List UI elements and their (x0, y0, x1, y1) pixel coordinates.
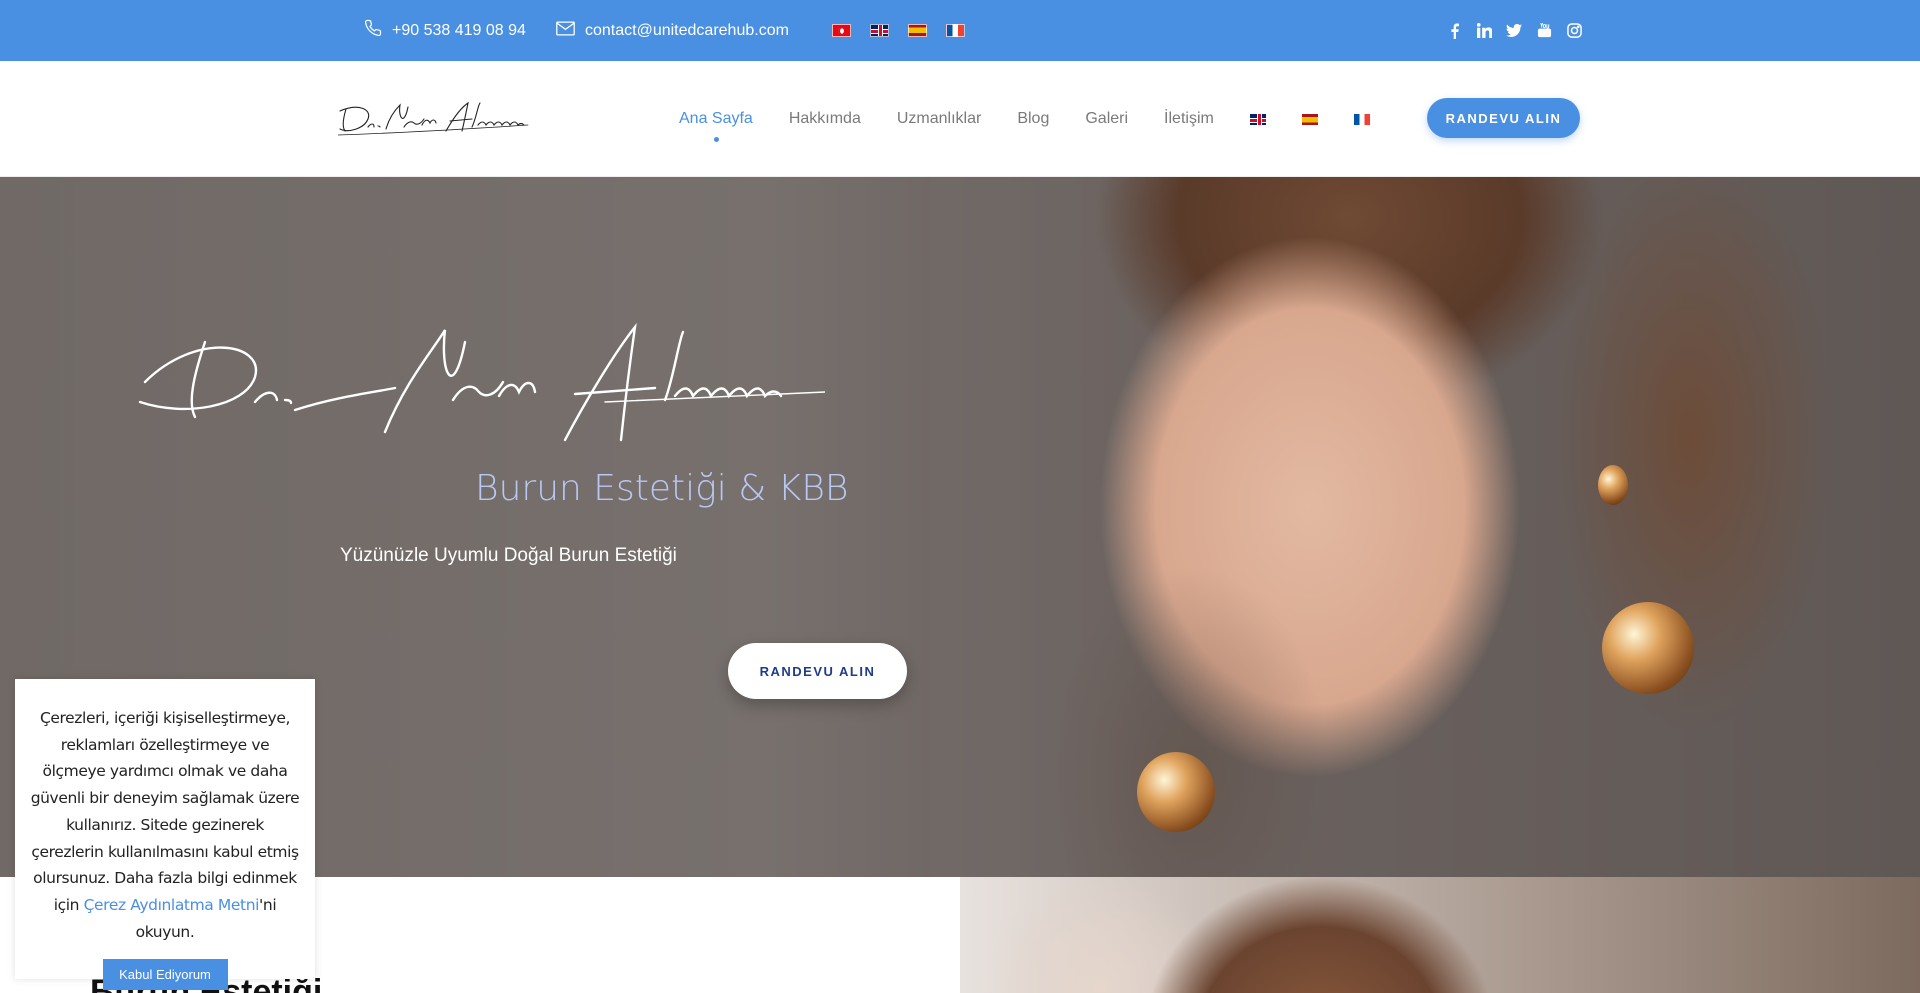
nav-flag-gb-icon[interactable] (1249, 113, 1266, 125)
flag-fr-icon[interactable] (946, 24, 965, 37)
phone-number[interactable]: +90 538 419 08 94 (392, 22, 526, 40)
email-contact[interactable]: contact@unitedcarehub.com (556, 0, 789, 61)
top-bar: +90 538 419 08 94 contact@unitedcarehub.… (0, 0, 1920, 61)
hero-appointment-button[interactable]: RANDEVU ALIN (728, 643, 907, 699)
nav-flag-es-icon[interactable] (1301, 113, 1318, 125)
hero-subtitle: Burun Estetiği & KBB (475, 468, 849, 509)
earring-top (1598, 465, 1628, 505)
earring-left (1137, 752, 1215, 832)
flag-gb-icon[interactable] (870, 24, 889, 37)
nav-about[interactable]: Hakkımda (789, 110, 861, 128)
facebook-icon[interactable] (1446, 23, 1462, 39)
flag-es-icon[interactable] (908, 24, 927, 37)
hero-signature (135, 322, 826, 457)
instagram-icon[interactable] (1566, 23, 1582, 39)
cookie-policy-link[interactable]: Çerez Aydınlatma Metni (84, 896, 260, 914)
linkedin-icon[interactable] (1476, 23, 1492, 39)
nav-blog[interactable]: Blog (1017, 110, 1049, 128)
social-links (1446, 0, 1582, 61)
email-address[interactable]: contact@unitedcarehub.com (585, 22, 789, 40)
nav-flag-fr-icon[interactable] (1353, 113, 1370, 125)
flag-tr-icon[interactable] (832, 24, 851, 37)
nav-gallery[interactable]: Galeri (1085, 110, 1128, 128)
cookie-text: Çerezleri, içeriği kişiselleştirmeye, re… (29, 705, 301, 945)
hero-woman-photo (930, 177, 1920, 877)
procedure-photo (960, 877, 1920, 993)
cookie-banner: Çerezleri, içeriği kişiselleştirmeye, re… (15, 679, 315, 991)
cookie-text-before: Çerezleri, içeriği kişiselleştirmeye, re… (30, 709, 300, 914)
twitter-icon[interactable] (1506, 23, 1522, 39)
nav-home[interactable]: Ana Sayfa (679, 110, 753, 142)
mail-icon (556, 21, 575, 41)
nav-specialties[interactable]: Uzmanlıklar (897, 110, 981, 128)
appointment-button[interactable]: RANDEVU ALIN (1427, 98, 1580, 138)
phone-contact[interactable]: +90 538 419 08 94 (364, 0, 526, 61)
site-logo[interactable] (337, 99, 530, 141)
earring-ball (1602, 602, 1694, 694)
cookie-accept-button[interactable]: Kabul Ediyorum (102, 959, 228, 991)
nav-contact[interactable]: İletişim (1164, 110, 1214, 128)
main-nav: Ana Sayfa Hakkımda Uzmanlıklar Blog Gale… (679, 61, 1370, 177)
youtube-icon[interactable] (1536, 23, 1552, 39)
language-flags (832, 24, 965, 37)
phone-icon (364, 19, 382, 42)
hero-tagline: Yüzünüzle Uyumlu Doğal Burun Estetiği (340, 545, 677, 566)
main-header: Ana Sayfa Hakkımda Uzmanlıklar Blog Gale… (0, 61, 1920, 177)
